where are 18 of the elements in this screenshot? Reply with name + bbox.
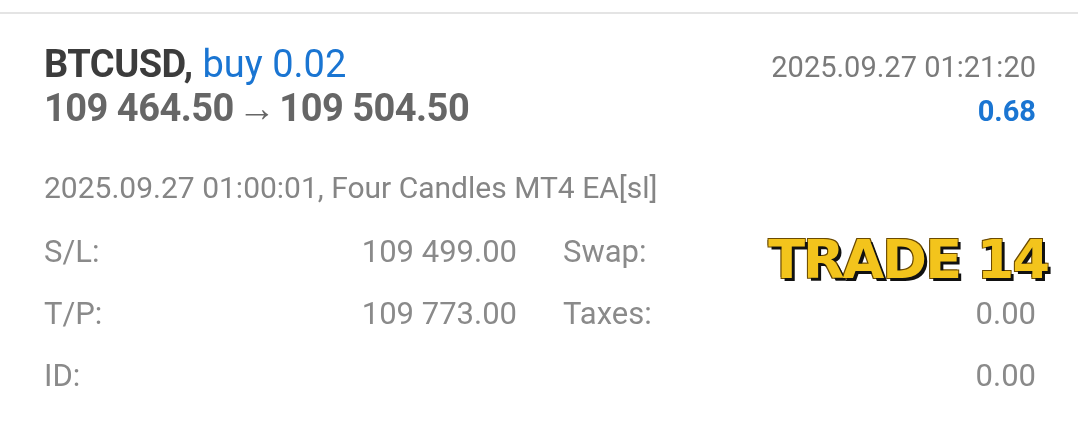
trade-number-label: TRADE 14 [768,232,1048,288]
trade-comment: 2025.09.27 01:00:01, Four Candles MT4 EA[sl] [44,170,659,205]
symbol-text: BTCUSD, [44,42,193,86]
field-value: 0.00 [975,356,1036,396]
field-label: T/P: [44,294,103,334]
open-time: 2025.09.27 01:21:20 [771,50,1036,84]
field-value: 109 499.00 [361,232,517,272]
field-value: 0.00 [975,294,1036,334]
close-price: 109 504.50 [279,86,470,130]
profit-value: 0.68 [977,94,1036,128]
arrow-text: → [237,86,276,130]
order-side-text: buy 0.02 [202,42,347,86]
open-price: 109 464.50 [44,86,234,130]
field-label: Taxes: [563,294,652,334]
field-label: S/L: [44,232,100,272]
field-value: 109 773.00 [361,294,517,334]
field-label: ID: [44,356,81,396]
field-label: Swap: [563,232,647,272]
